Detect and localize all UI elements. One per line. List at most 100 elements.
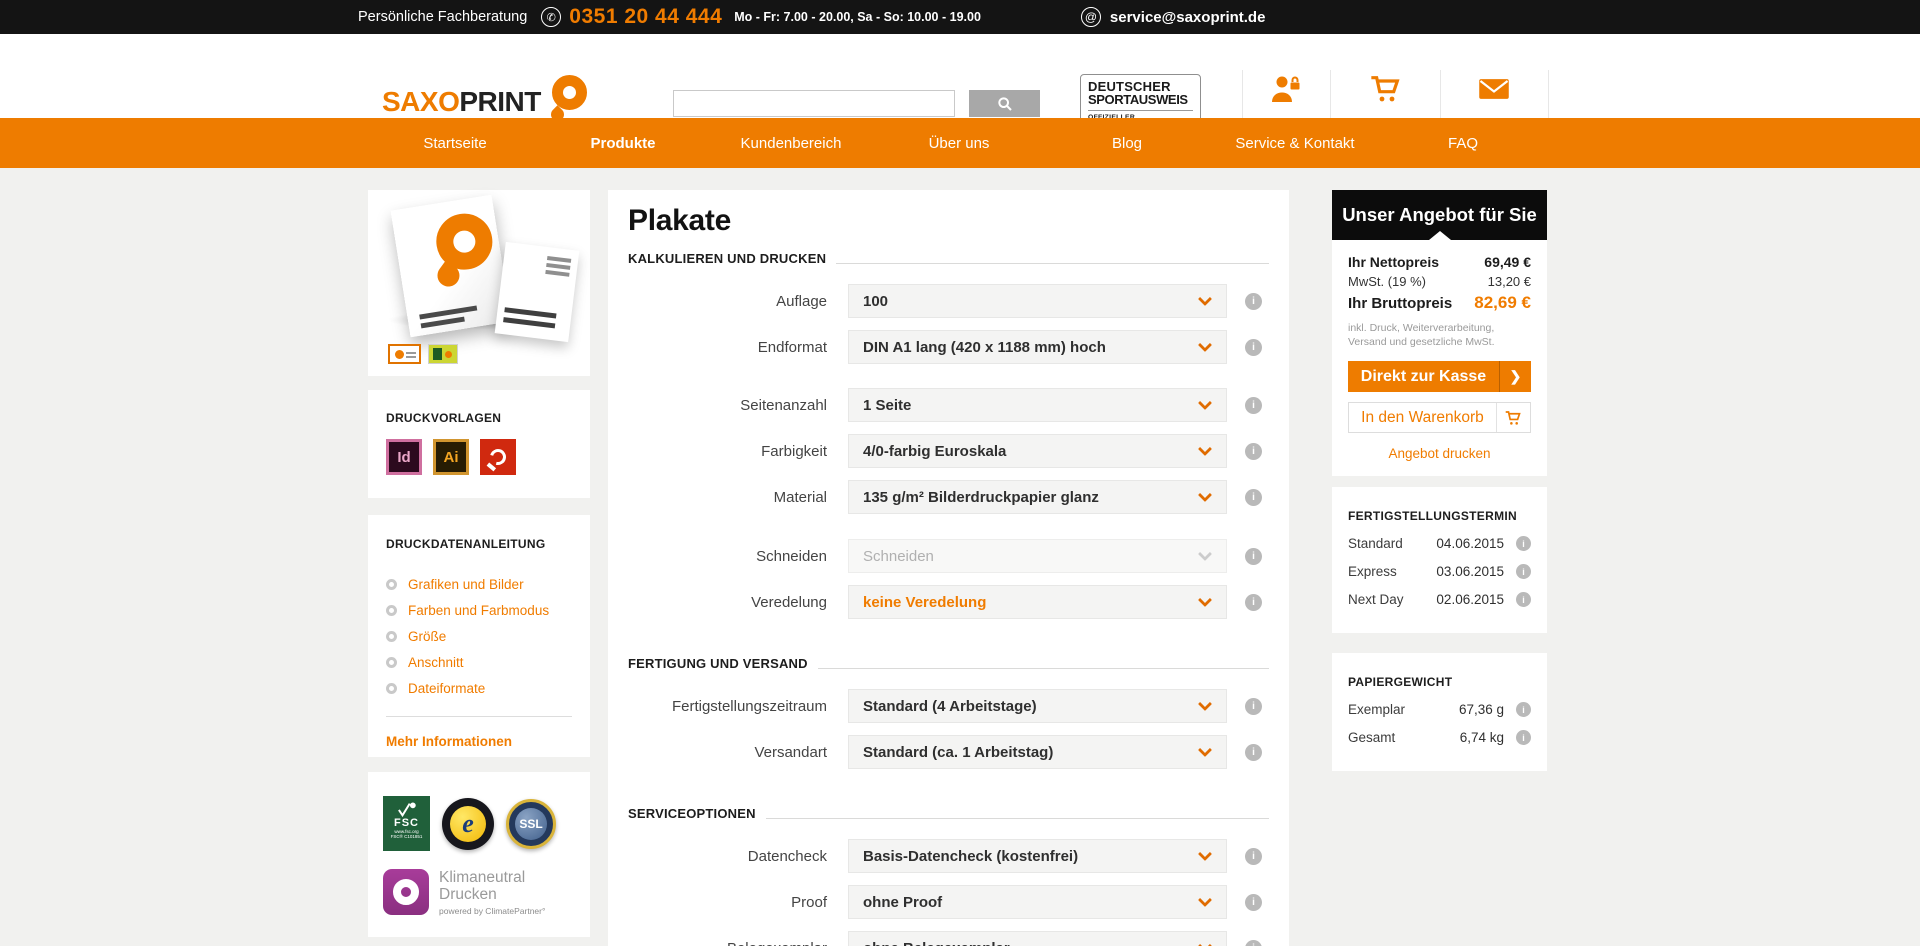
fertigstellungszeitraum-select[interactable]: Standard (4 Arbeitstage) [848,689,1227,723]
chevron-down-icon [1198,292,1212,306]
link-groesse[interactable]: Größe [386,623,572,649]
right-sidebar: Unser Angebot für Sie Ihr Nettopreis 69,… [1332,190,1547,771]
climate-ring [393,879,419,905]
saxoprint-logo[interactable]: SAXOPRINT [382,86,541,118]
chevron-down-icon [1198,488,1212,502]
link-label: Farben und Farbmodus [408,603,549,618]
thumb-logo-dot [395,350,404,359]
thumb-shape [433,348,442,360]
add-to-cart-button[interactable]: In den Warenkorb [1348,402,1531,433]
badge-divider [1088,110,1193,111]
poster-front [495,242,580,342]
info-icon[interactable]: i [1245,293,1262,310]
info-icon[interactable]: i [1516,592,1531,607]
email-link[interactable]: service@saxoprint.de [1110,9,1266,26]
field-label: Proof [628,894,827,911]
illustrator-icon[interactable]: Ai [433,439,469,475]
info-icon[interactable]: i [1245,744,1262,761]
info-icon[interactable]: i [1245,443,1262,460]
nav-item-kundenbereich[interactable]: Kundenbereich [707,118,875,168]
nav-item-service-kontakt[interactable]: Service & Kontakt [1211,118,1379,168]
field-label: Farbigkeit [628,443,827,460]
info-icon[interactable]: i [1516,564,1531,579]
link-anschnitt[interactable]: Anschnitt [386,649,572,675]
field-label: Auflage [628,293,827,310]
info-icon[interactable]: i [1516,536,1531,551]
field-label: Veredelung [628,594,827,611]
at-icon: @ [1081,7,1101,27]
klima-powered: powered by ClimatePartner° [439,906,545,916]
nav-item-startseite[interactable]: Startseite [371,118,539,168]
link-grafiken[interactable]: Grafiken und Bilder [386,571,572,597]
info-icon[interactable]: i [1245,940,1262,946]
certificates-panel: FSC www.fsc.org FSC® C101851 e SSL Klima… [368,772,590,937]
farbigkeit-select[interactable]: 4/0-farbig Euroskala [848,434,1227,468]
checkout-button[interactable]: Direkt zur Kasse ❯ [1348,361,1531,392]
gross-price-row: Ihr Bruttopreis 82,69 € [1348,293,1531,313]
offer-panel: Unser Angebot für Sie Ihr Nettopreis 69,… [1332,190,1547,476]
klima-line2: Drucken [439,886,545,903]
paper-weight-title: PAPIERGEWICHT [1348,675,1531,689]
datencheck-select[interactable]: Basis-Datencheck (kostenfrei) [848,839,1227,873]
info-icon[interactable]: i [1516,730,1531,745]
vat-row: MwSt. (19 %) 13,20 € [1348,274,1531,289]
termin-value: 04.06.2015 [1436,536,1504,551]
thumbnail-alt[interactable] [428,344,458,364]
print-offer-link[interactable]: Angebot drucken [1348,446,1531,461]
ssl-logo: SSL [506,799,556,849]
auflage-select[interactable]: 100 [848,284,1227,318]
seitenanzahl-select[interactable]: 1 Seite [848,388,1227,422]
pdf-icon[interactable] [480,439,516,475]
search-input[interactable] [673,90,955,117]
link-dateiformate[interactable]: Dateiformate [386,675,572,701]
info-icon[interactable]: i [1245,698,1262,715]
info-icon[interactable]: i [1245,894,1262,911]
link-farben[interactable]: Farben und Farbmodus [386,597,572,623]
phone-number[interactable]: 0351 20 44 444 [569,5,722,29]
circle-bullet-icon [386,683,397,694]
link-label: Anschnitt [408,655,464,670]
termin-row-nextday: Next Day 02.06.2015 i [1348,592,1531,607]
chevron-right-icon: ❯ [1500,361,1531,392]
nav-item-ueber-uns[interactable]: Über uns [875,118,1043,168]
ssl-label: SSL [515,808,547,840]
versandart-select[interactable]: Standard (ca. 1 Arbeitstag) [848,735,1227,769]
material-select[interactable]: 135 g/m² Bilderdruckpapier glanz [848,480,1227,514]
form-row-proof: Proof ohne Proof i [628,885,1269,919]
nav-item-produkte[interactable]: Produkte [539,118,707,168]
veredelung-select[interactable]: keine Veredelung [848,585,1227,619]
field-label: Belegexemplar [628,940,827,946]
info-icon[interactable]: i [1245,489,1262,506]
endformat-select[interactable]: DIN A1 lang (420 x 1188 mm) hoch [848,330,1227,364]
more-information-link[interactable]: Mehr Informationen [386,734,572,749]
termin-label: Express [1348,564,1436,579]
field-label: Versandart [628,744,827,761]
select-value: 1 Seite [863,397,911,414]
search-button[interactable] [969,90,1040,117]
belegexemplar-select[interactable]: ohne Belegexemplar [848,931,1227,946]
info-icon[interactable]: i [1245,848,1262,865]
nav-item-faq[interactable]: FAQ [1379,118,1547,168]
chevron-down-icon [1198,893,1212,907]
logo-text-saxo: SAXO [382,86,459,117]
info-icon[interactable]: i [1245,594,1262,611]
proof-select[interactable]: ohne Proof [848,885,1227,919]
thumb-bar [406,352,416,354]
info-icon[interactable]: i [1516,702,1531,717]
termin-label: Standard [1348,536,1436,551]
logo-text-print: PRINT [459,86,541,117]
info-icon[interactable]: i [1245,548,1262,565]
chevron-down-icon [1198,939,1212,946]
termin-label: Next Day [1348,592,1436,607]
info-icon[interactable]: i [1245,339,1262,356]
nav-item-blog[interactable]: Blog [1043,118,1211,168]
indesign-icon[interactable]: Id [386,439,422,475]
gewicht-value: 6,74 kg [1460,730,1504,745]
product-image [368,190,590,338]
info-icon[interactable]: i [1245,397,1262,414]
section-title: KALKULIEREN UND DRUCKEN [628,251,826,266]
fsc-code: FSC® C101851 [383,834,430,839]
section-title: SERVICEOPTIONEN [628,806,756,821]
section-line [766,818,1269,819]
thumbnail-selected[interactable] [388,344,421,364]
